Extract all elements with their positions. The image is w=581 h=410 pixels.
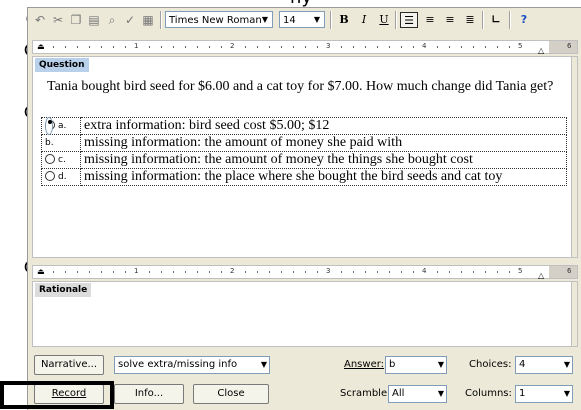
rationale-section-label: Rationale [35,283,92,297]
insert-table-icon[interactable]: ▦ [140,12,156,28]
option-text[interactable]: missing information: the amount of money… [80,151,567,169]
chevron-down-icon: ▼ [563,360,570,369]
rationale-scrollbar[interactable] [571,282,577,346]
ruler-number: 1 [134,267,139,275]
chevron-down-icon: ▼ [437,389,444,398]
close-button[interactable]: Close [193,384,269,404]
choices-value: 4 [519,359,526,370]
ruler-number: 3 [326,267,331,275]
align-center-icon[interactable]: ≡ [421,12,439,28]
option-text[interactable]: missing information: the amount of money… [80,134,567,152]
answer-label: Answer: [344,359,385,370]
undo-icon[interactable]: ↶ [32,12,48,28]
toolbar-separator [509,11,511,29]
left-indent-marker-icon[interactable]: ⏏ [37,42,45,51]
option-row-d[interactable]: d. missing information: the place where … [41,168,567,186]
ruler-number: 2 [230,267,235,275]
paste-icon[interactable]: ▤ [86,12,102,28]
question-scrollbar[interactable] [571,57,577,257]
record-highlight-box [0,381,114,409]
question-editor-window: ↶ ✂ ❐ ▤ ⌕ ✓ ▦ Times New Roman ▼ 14 ▼ B I… [27,7,581,410]
scramble-value: All [392,388,405,399]
option-radio-d[interactable] [45,170,55,181]
option-text[interactable]: extra information: bird seed cost $5.00;… [80,117,567,135]
find-icon[interactable]: ⌕ [104,12,120,28]
question-editor[interactable]: Question Tania bought bird seed for $6.0… [32,56,578,258]
ruler-number: 6 [567,42,572,50]
toolbar-separator [330,11,332,29]
right-indent-marker-icon[interactable]: △ [538,271,544,280]
cut-icon[interactable]: ✂ [50,12,66,28]
font-size-select[interactable]: 14 ▼ [279,11,325,28]
align-right-icon[interactable]: ≡ [441,12,459,28]
ruler-number: 2 [230,42,235,50]
toolbar-separator [395,11,397,29]
answer-options-table: a. extra information: bird seed cost $5.… [41,116,567,186]
copy-icon[interactable]: ❐ [68,12,84,28]
spellcheck-icon[interactable]: ✓ [122,12,138,28]
chevron-down-icon: ▼ [313,15,321,24]
right-indent-marker-icon[interactable]: △ [538,46,544,55]
option-text[interactable]: missing information: the place where she… [80,168,567,186]
formatting-toolbar: ↶ ✂ ❐ ▤ ⌕ ✓ ▦ Times New Roman ▼ 14 ▼ B I… [28,8,581,32]
columns-select[interactable]: 1 ▼ [515,385,573,403]
chevron-down-icon: ▼ [261,15,269,24]
chevron-down-icon: ▼ [563,389,570,398]
scramble-select[interactable]: All ▼ [388,385,447,403]
ruler-number: 1 [134,42,139,50]
question-ruler[interactable]: 1 2 3 4 5 6 ⏏ △ [32,40,578,55]
ruler-number: 4 [422,42,427,50]
question-text[interactable]: Tania bought bird seed for $6.00 and a c… [47,78,567,96]
tab-stop-icon[interactable]: ∟ [487,12,505,28]
option-letter: c. [58,155,66,165]
option-row-c[interactable]: c. missing information: the amount of mo… [41,151,567,169]
option-radio-b[interactable] [45,116,53,135]
choices-select[interactable]: 4 ▼ [515,356,573,374]
rationale-ruler[interactable]: 1 2 3 4 5 6 ⏏ △ [32,265,578,280]
option-letter: a. [58,121,67,131]
info-button[interactable]: Info... [114,384,184,404]
answer-value: b [389,359,396,370]
italic-button[interactable]: I [355,12,373,28]
narrative-select[interactable]: solve extra/missing info ▼ [114,356,270,374]
justify-icon[interactable]: ≣ [461,12,479,28]
rationale-editor[interactable]: Rationale [32,281,578,347]
option-radio-c[interactable] [45,153,55,164]
narrative-button[interactable]: Narrative... [34,355,104,375]
font-name-value: Times New Roman [169,15,262,26]
chevron-down-icon: ▼ [260,360,267,369]
align-left-icon[interactable]: ☰ [400,12,418,28]
bold-button[interactable]: B [335,12,353,28]
left-indent-marker-icon[interactable]: ⏏ [37,267,45,276]
ruler-number: 4 [422,267,427,275]
narrative-value: solve extra/missing info [118,359,238,370]
ruler-number: 5 [518,42,523,50]
ruler-number: 6 [567,267,572,275]
ruler-number: 3 [326,42,331,50]
toolbar-separator [160,11,162,29]
choices-label: Choices: [469,359,512,370]
font-name-select[interactable]: Times New Roman ▼ [165,11,273,28]
underline-button[interactable]: U [375,12,393,28]
font-size-value: 14 [283,15,296,26]
chevron-down-icon: ▼ [437,360,444,369]
question-section-label: Question [35,58,89,72]
answer-select[interactable]: b ▼ [385,356,447,374]
columns-value: 1 [519,388,526,399]
option-letter: d. [58,172,67,182]
columns-label: Columns: [465,388,512,399]
option-row-b[interactable]: b. missing information: the amount of mo… [41,116,567,152]
option-letter: b. [45,138,54,148]
help-icon[interactable]: ? [515,12,533,28]
ruler-number: 5 [518,267,523,275]
scramble-label: Scramble: [340,388,391,399]
toolbar-separator [482,11,484,29]
option-row-a[interactable]: a. extra information: bird seed cost $5.… [41,117,567,135]
